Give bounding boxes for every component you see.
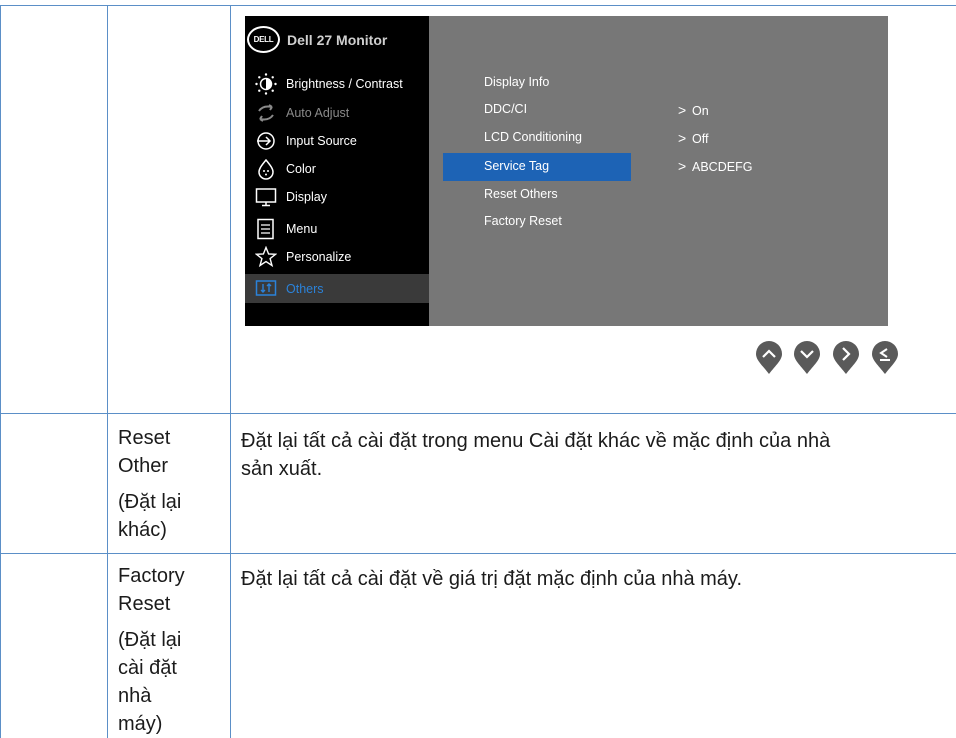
submenu-item-display-info[interactable]: Display Info xyxy=(484,75,549,89)
up-icon xyxy=(756,341,782,374)
right-icon xyxy=(833,341,859,374)
down-button[interactable] xyxy=(793,341,821,375)
monitor-title: Dell 27 Monitor xyxy=(287,32,388,48)
setting-name-line: (Đặt lại xyxy=(118,491,182,513)
dell-logo: DELL xyxy=(247,26,280,53)
display-icon xyxy=(255,186,277,208)
others-icon xyxy=(255,278,277,300)
setting-name-line: Other xyxy=(118,455,169,477)
menu-item-label: Others xyxy=(286,282,324,296)
table-col-divider-3 xyxy=(230,5,231,738)
star-icon xyxy=(255,246,277,268)
chevron-right-icon: > xyxy=(678,102,687,118)
value-text: Off xyxy=(692,132,709,146)
chevron-right-icon: > xyxy=(678,130,687,146)
menu-item-label: Display xyxy=(286,190,327,204)
setting-name-line: Reset xyxy=(118,593,171,615)
setting-name-line: khác) xyxy=(118,519,167,541)
right-button[interactable] xyxy=(832,341,860,375)
setting-name-line: nhà xyxy=(118,685,152,707)
setting-name-line: Reset xyxy=(118,427,171,449)
menu-item-label: Menu xyxy=(286,222,318,236)
osd-header: DELL Dell 27 Monitor xyxy=(245,24,429,56)
description-line: Đặt lại tất cả cài đặt về giá trị đặt mặ… xyxy=(241,568,742,590)
setting-name-line: Factory xyxy=(118,565,185,587)
lcd-conditioning-value: > Off xyxy=(678,130,708,146)
value-text: On xyxy=(692,104,709,118)
menu-item-label: Personalize xyxy=(286,250,352,264)
table-col-divider-1 xyxy=(0,5,1,738)
menu-item-display[interactable]: Display xyxy=(245,184,429,211)
value-text: ABCDEFG xyxy=(692,160,753,174)
submenu-item-service-tag[interactable]: Service Tag xyxy=(484,159,549,173)
description-line: sản xuất. xyxy=(241,458,323,480)
setting-name-line: cài đặt xyxy=(118,657,177,679)
menu-item-auto-adjust[interactable]: Auto Adjust xyxy=(245,100,429,127)
down-icon xyxy=(794,341,820,374)
menu-item-label: Auto Adjust xyxy=(286,106,350,120)
service-tag-value: > ABCDEFG xyxy=(678,158,752,174)
back-icon xyxy=(872,341,898,374)
menu-item-color[interactable]: Color xyxy=(245,156,429,183)
submenu-item-factory-reset[interactable]: Factory Reset xyxy=(484,214,562,228)
menu-icon xyxy=(255,218,277,240)
table-border-row2 xyxy=(0,553,956,554)
table-border-row1 xyxy=(0,413,956,414)
setting-name-line: (Đặt lại xyxy=(118,629,182,651)
osd-menu-screenshot: DELL Dell 27 Monitor Brightness / Contra… xyxy=(245,16,888,326)
table-col-divider-2 xyxy=(107,5,108,738)
menu-item-label: Input Source xyxy=(286,134,357,148)
menu-item-personalize[interactable]: Personalize xyxy=(245,244,429,271)
description-line: Đặt lại tất cả cài đặt trong menu Cài đặ… xyxy=(241,430,831,452)
menu-item-input-source[interactable]: Input Source xyxy=(245,128,429,155)
menu-item-label: Brightness / Contrast xyxy=(286,77,403,91)
back-button[interactable] xyxy=(871,341,899,375)
menu-item-brightness-contrast[interactable]: Brightness / Contrast xyxy=(245,71,429,98)
submenu-item-lcd-conditioning[interactable]: LCD Conditioning xyxy=(484,130,582,144)
setting-description-reset-other: Đặt lại tất cả cài đặt trong menu Cài đặ… xyxy=(241,427,830,483)
table-border-top xyxy=(0,5,956,6)
auto-adjust-icon xyxy=(255,102,277,124)
submenu-item-ddc-ci[interactable]: DDC/CI xyxy=(484,102,527,116)
setting-name-factory-reset: Factory Reset (Đặt lại cài đặt nhà máy) xyxy=(118,562,185,738)
chevron-right-icon: > xyxy=(678,158,687,174)
setting-name-line: máy) xyxy=(118,713,163,735)
menu-item-menu[interactable]: Menu xyxy=(245,216,429,243)
setting-description-factory-reset: Đặt lại tất cả cài đặt về giá trị đặt mặ… xyxy=(241,565,742,593)
setting-name-reset-other: Reset Other (Đặt lại khác) xyxy=(118,424,181,544)
input-source-icon xyxy=(255,130,277,152)
color-icon xyxy=(255,158,277,180)
osd-main-menu-panel: DELL Dell 27 Monitor Brightness / Contra… xyxy=(245,16,429,326)
menu-item-label: Color xyxy=(286,162,316,176)
up-button[interactable] xyxy=(755,341,783,375)
menu-item-others[interactable]: Others xyxy=(245,274,429,303)
submenu-item-reset-others[interactable]: Reset Others xyxy=(484,187,558,201)
ddc-ci-value: > On xyxy=(678,102,709,118)
brightness-icon xyxy=(255,73,277,95)
